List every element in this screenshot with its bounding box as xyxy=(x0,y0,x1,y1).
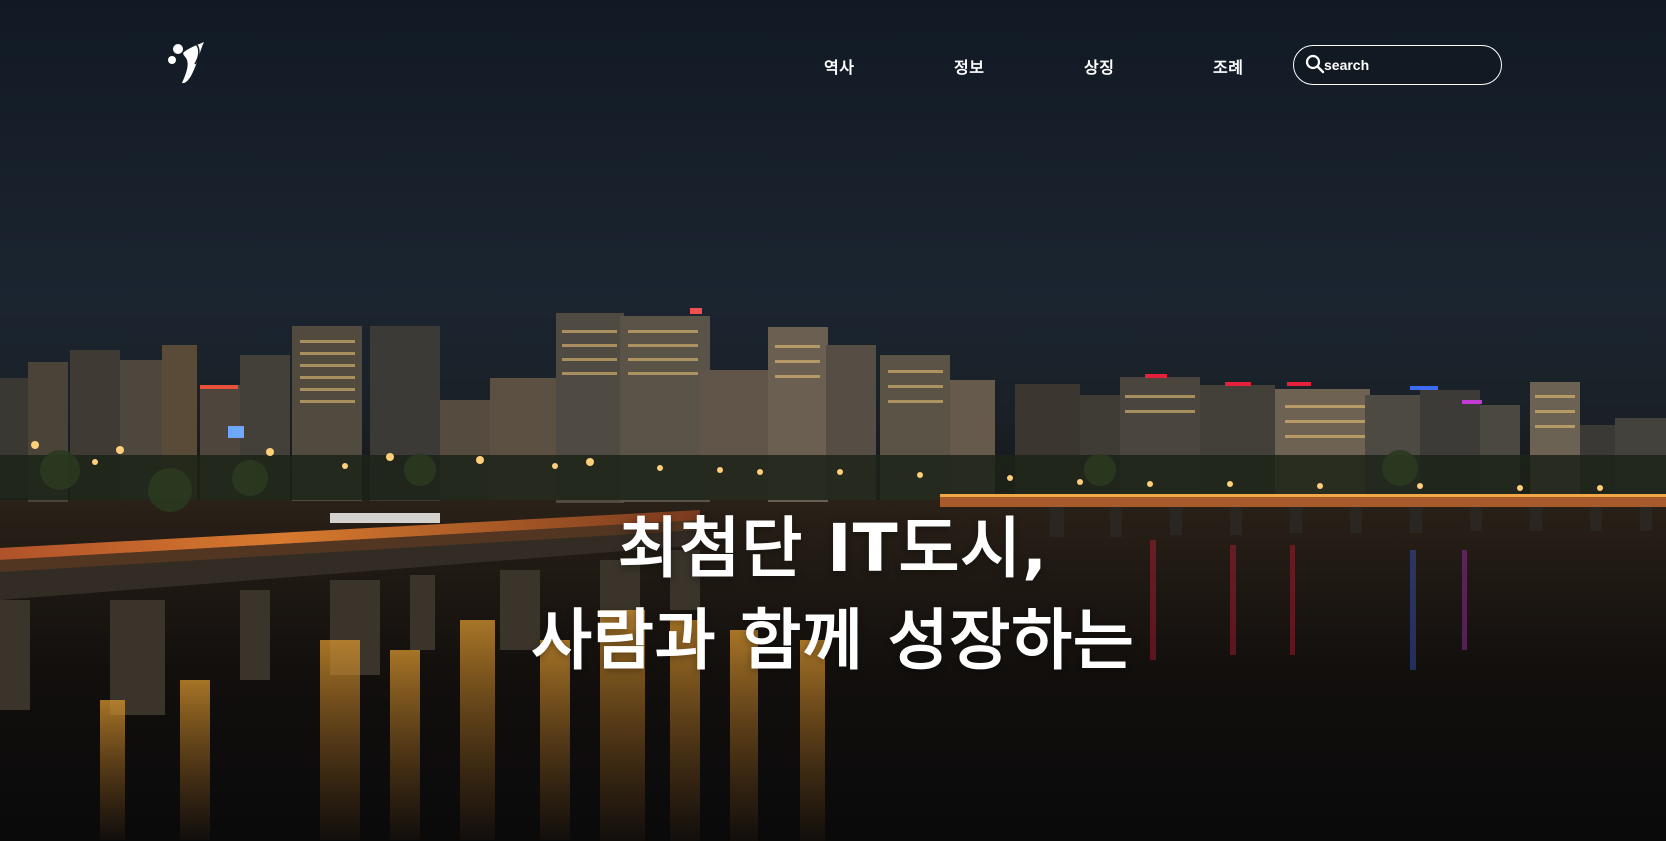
hero-headline-line2: 사람과 함께 성장하는 xyxy=(531,602,1135,679)
search-box xyxy=(1293,45,1502,85)
search-icon[interactable] xyxy=(1304,53,1326,75)
nav-item-info[interactable]: 정보 xyxy=(954,54,984,78)
nav-item-history[interactable]: 역사 xyxy=(824,54,854,78)
hero-headline-line1: 최첨단 IT도시, xyxy=(617,510,1049,587)
hero-background xyxy=(0,0,1666,841)
site-header: 역사 정보 상징 조례 xyxy=(0,0,1666,110)
nav-item-symbols[interactable]: 상징 xyxy=(1084,54,1114,78)
city-night-illustration xyxy=(0,308,1666,841)
search-input[interactable] xyxy=(1324,52,1494,78)
nav-item-ordinances[interactable]: 조례 xyxy=(1213,54,1243,78)
